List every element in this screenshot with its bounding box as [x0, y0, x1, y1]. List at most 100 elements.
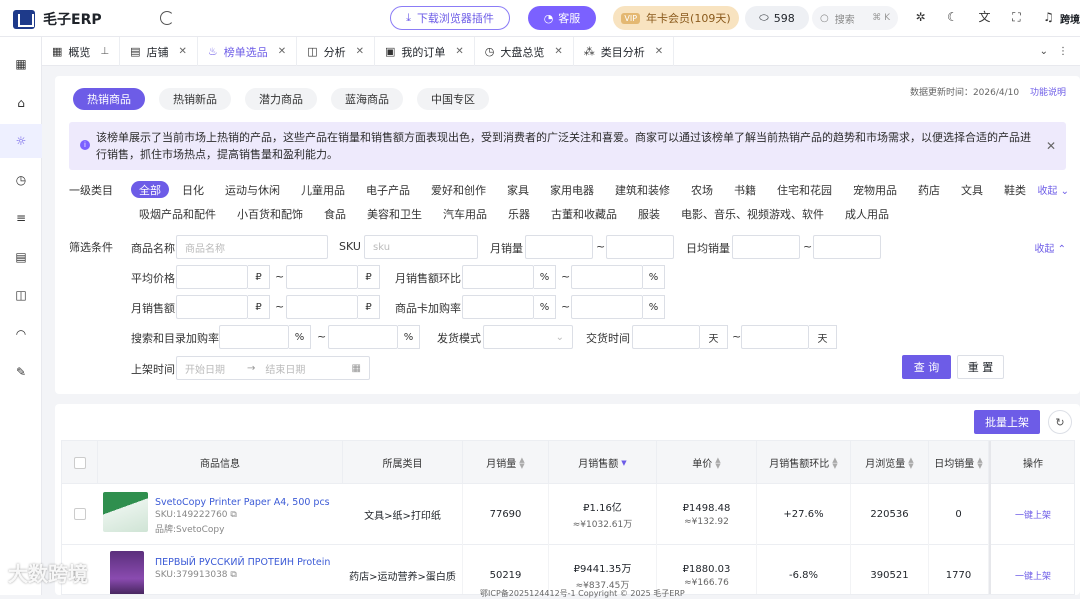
- tab-category[interactable]: ⁂ 类目分析 ✕: [574, 37, 675, 66]
- product-thumbnail[interactable]: [110, 551, 144, 594]
- product-title-link[interactable]: SvetoCopy Printer Paper A4, 500 pcs: [155, 497, 330, 508]
- category-chip[interactable]: 乐器: [500, 205, 538, 222]
- tab-shop[interactable]: ▤ 店铺 ✕: [120, 37, 198, 66]
- chevron-down-icon[interactable]: ⌄: [1040, 46, 1048, 57]
- card-cart-max[interactable]: [571, 295, 643, 319]
- monthly-sales-min[interactable]: [525, 235, 593, 259]
- sku-input[interactable]: sku: [364, 235, 478, 259]
- col-sales[interactable]: 月销量 ▲ ▼: [463, 441, 549, 484]
- col-price[interactable]: 单价 ▲ ▼: [657, 441, 757, 484]
- category-chip[interactable]: 儿童用品: [293, 181, 353, 198]
- query-button[interactable]: 查 询: [902, 355, 951, 379]
- product-thumbnail[interactable]: [103, 492, 148, 532]
- col-ratio[interactable]: 月销售额环比 ▲ ▼: [757, 441, 851, 484]
- category-chip[interactable]: 书籍: [726, 181, 764, 198]
- monthly-revenue-max[interactable]: [286, 295, 358, 319]
- daily-sales-max[interactable]: [813, 235, 881, 259]
- delivery-max[interactable]: [741, 325, 809, 349]
- select-all-checkbox[interactable]: [73, 456, 86, 469]
- close-icon[interactable]: ✕: [455, 46, 463, 57]
- tab-ranking[interactable]: ♨ 榜单选品 ✕: [198, 37, 298, 66]
- card-cart-min[interactable]: [462, 295, 534, 319]
- category-chip[interactable]: 服装: [630, 205, 668, 222]
- search-cart-min[interactable]: [219, 325, 289, 349]
- category-chip[interactable]: 吸烟产品和配件: [131, 205, 224, 222]
- search-cart-max[interactable]: [328, 325, 398, 349]
- sidebar-tools-icon[interactable]: ✎: [0, 355, 42, 389]
- sidebar-overview-icon[interactable]: ▦: [0, 47, 42, 81]
- table-row[interactable]: SvetoCopy Printer Paper A4, 500 pcs SKU:…: [62, 484, 1074, 545]
- filter-fold-toggle[interactable]: 收起 ⌃: [1034, 240, 1066, 255]
- bell-icon[interactable]: ♫: [1042, 11, 1055, 24]
- settings-icon[interactable]: ✲: [914, 11, 927, 24]
- avg-price-max[interactable]: [286, 265, 358, 289]
- credits-button[interactable]: ⬭ 598: [745, 6, 809, 30]
- one-click-list-link[interactable]: 一键上架: [1015, 569, 1051, 582]
- sidebar-shop-icon[interactable]: ▤: [0, 240, 42, 274]
- sidebar-selection-icon[interactable]: ☼: [0, 124, 42, 158]
- pin-icon[interactable]: ⊥: [100, 46, 109, 57]
- tab-market[interactable]: ◷ 大盘总览 ✕: [475, 37, 574, 66]
- category-chip[interactable]: 成人用品: [837, 205, 897, 222]
- col-revenue[interactable]: 月销售额 ▼: [549, 441, 657, 484]
- more-icon[interactable]: ⋮: [1058, 46, 1068, 57]
- sidebar-chart-icon[interactable]: ◫: [0, 278, 42, 312]
- reset-button[interactable]: 重 置: [957, 355, 1004, 379]
- user-name[interactable]: 跨境: [1060, 11, 1080, 26]
- col-views[interactable]: 月浏览量 ▲ ▼: [851, 441, 929, 484]
- listing-date-range[interactable]: 开始日期 → 结束日期 ▦: [176, 356, 370, 380]
- category-chip[interactable]: 农场: [683, 181, 721, 198]
- category-chip[interactable]: 爱好和创作: [423, 181, 494, 198]
- sidebar-list-icon[interactable]: ≡: [0, 201, 42, 235]
- category-chip[interactable]: 运动与休闲: [217, 181, 288, 198]
- ship-mode-select[interactable]: ⌄: [483, 325, 573, 349]
- translate-icon[interactable]: 文: [978, 11, 991, 24]
- sidebar-analysis-icon[interactable]: ◷: [0, 163, 42, 197]
- daily-sales-min[interactable]: [732, 235, 800, 259]
- batch-list-button[interactable]: 批量上架: [974, 410, 1040, 434]
- tab-orders[interactable]: ▣ 我的订单 ✕: [375, 37, 475, 66]
- monthly-revenue-min[interactable]: [176, 295, 248, 319]
- category-chip[interactable]: 电影、音乐、视频游戏、软件: [673, 205, 832, 222]
- close-icon[interactable]: ✕: [356, 46, 364, 57]
- close-icon[interactable]: ✕: [655, 46, 663, 57]
- tab-analysis[interactable]: ◫ 分析 ✕: [297, 37, 375, 66]
- one-click-list-link[interactable]: 一键上架: [1015, 508, 1051, 521]
- fullscreen-icon[interactable]: ⛶: [1010, 11, 1023, 24]
- download-plugin-button[interactable]: ⤓ 下载浏览器插件: [390, 6, 510, 30]
- close-icon[interactable]: ✕: [278, 46, 286, 57]
- global-search[interactable]: ○ 搜索 ⌘ K: [812, 6, 898, 30]
- copy-icon[interactable]: ⧉: [230, 570, 236, 580]
- category-chip[interactable]: 鞋类: [996, 181, 1034, 198]
- app-logo[interactable]: 毛子ERP: [13, 9, 102, 29]
- customer-service-button[interactable]: ◔ 客服: [528, 6, 596, 30]
- category-chip[interactable]: 电子产品: [358, 181, 418, 198]
- sidebar-gauge-icon[interactable]: ◠: [0, 317, 42, 351]
- subtab-blue-ocean[interactable]: 蓝海商品: [331, 88, 403, 110]
- category-chip[interactable]: 住宅和花园: [769, 181, 840, 198]
- refresh-icon[interactable]: [160, 11, 174, 25]
- category-chip[interactable]: 美容和卫生: [359, 205, 430, 222]
- close-icon[interactable]: ✕: [554, 46, 562, 57]
- category-chip[interactable]: 家具: [499, 181, 537, 198]
- category-fold-toggle[interactable]: 收起 ⌄: [1037, 182, 1069, 197]
- ratio-min[interactable]: [462, 265, 534, 289]
- avg-price-min[interactable]: [176, 265, 248, 289]
- ratio-max[interactable]: [571, 265, 643, 289]
- category-chip[interactable]: 日化: [174, 181, 212, 198]
- delivery-min[interactable]: [632, 325, 700, 349]
- product-title-link[interactable]: ПЕРВЫЙ РУССКИЙ ПРОТЕИН Protein: [155, 557, 330, 568]
- category-chip[interactable]: 宠物用品: [845, 181, 905, 198]
- refresh-icon[interactable]: ↻: [1048, 410, 1072, 434]
- sidebar-store-icon[interactable]: ⌂: [0, 86, 42, 120]
- close-icon[interactable]: ✕: [1046, 138, 1056, 155]
- dark-mode-icon[interactable]: ☾: [946, 11, 959, 24]
- category-chip[interactable]: 汽车用品: [435, 205, 495, 222]
- category-chip[interactable]: 全部: [131, 181, 169, 198]
- copy-icon[interactable]: ⧉: [230, 510, 236, 520]
- subtab-potential[interactable]: 潜力商品: [245, 88, 317, 110]
- subtab-hot[interactable]: 热销商品: [73, 88, 145, 110]
- subtab-hot-new[interactable]: 热销新品: [159, 88, 231, 110]
- vip-membership-button[interactable]: VIP 年卡会员(109天): [613, 6, 739, 30]
- category-chip[interactable]: 小百货和配饰: [229, 205, 311, 222]
